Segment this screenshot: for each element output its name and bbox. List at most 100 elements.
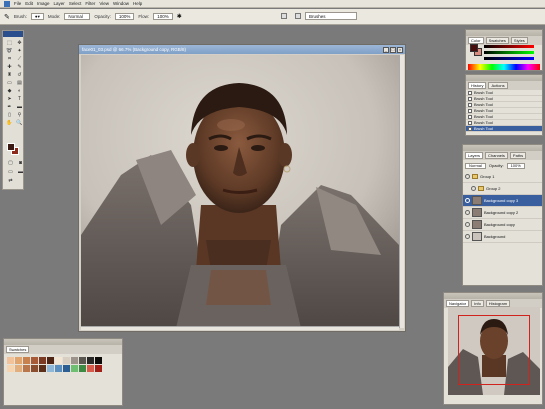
navigator-preview[interactable] (448, 307, 540, 395)
tab-navigator[interactable]: Navigator (446, 300, 470, 307)
blur-tool-icon[interactable]: ◆ (5, 87, 14, 94)
history-checkbox[interactable] (468, 126, 472, 131)
menu-help[interactable]: Help (133, 1, 142, 6)
layer-row[interactable]: Background copy 2 (463, 207, 542, 219)
visibility-eye-icon[interactable] (465, 174, 470, 179)
menu-window[interactable]: Window (113, 1, 129, 6)
slice-tool-icon[interactable]: ⟋ (15, 55, 24, 62)
color-swatch[interactable] (71, 357, 78, 364)
tab-channels[interactable]: Channels (485, 152, 508, 159)
red-slider[interactable] (484, 45, 534, 48)
mode-select[interactable]: Normal (64, 13, 91, 20)
healing-tool-icon[interactable]: ✚ (5, 63, 14, 70)
gradient-tool-icon[interactable]: ▤ (15, 79, 24, 86)
history-checkbox[interactable] (468, 120, 472, 125)
color-swatch[interactable] (63, 357, 70, 364)
type-tool-icon[interactable]: T (15, 95, 24, 102)
notes-tool-icon[interactable]: ▯ (5, 111, 14, 118)
color-swatch[interactable] (47, 365, 54, 372)
brush-tool-icon[interactable]: ✎ (4, 13, 10, 21)
menu-layer[interactable]: Layer (54, 1, 65, 6)
visibility-eye-icon[interactable] (465, 198, 470, 203)
layer-row[interactable]: Group 1 (463, 171, 542, 183)
tab-layers[interactable]: Layers (465, 152, 484, 159)
layer-row[interactable]: Background copy (463, 219, 542, 231)
pen-tool-icon[interactable]: ✒ (5, 103, 14, 110)
color-swatch[interactable] (55, 365, 62, 372)
color-panel-foreground-swatch[interactable] (470, 44, 478, 52)
dock-icon[interactable] (295, 13, 301, 19)
maximize-button[interactable]: □ (390, 46, 396, 53)
document-titlebar[interactable]: face01_03.psd @ 66.7% (Background copy, … (79, 45, 405, 54)
color-swatch[interactable] (31, 365, 38, 372)
layer-row[interactable]: Background (463, 231, 542, 243)
color-swatch[interactable] (23, 357, 30, 364)
jump-to-imageready-icon[interactable]: ⇄ (6, 177, 15, 184)
foreground-color-swatch[interactable] (7, 143, 15, 151)
color-spectrum-bar[interactable] (468, 64, 540, 70)
canvas-artwork[interactable] (81, 55, 399, 328)
tab-info[interactable]: Info (471, 300, 484, 307)
tab-paths[interactable]: Paths (509, 152, 527, 159)
color-swatch[interactable] (79, 365, 86, 372)
color-swatch[interactable] (7, 365, 14, 372)
shape-tool-icon[interactable]: ▬ (15, 103, 24, 110)
color-swatch[interactable] (39, 357, 46, 364)
visibility-eye-icon[interactable] (471, 186, 476, 191)
opacity-field[interactable]: 100% (114, 13, 135, 20)
color-swatch[interactable] (39, 365, 46, 372)
tab-history[interactable]: History (468, 82, 487, 89)
quickmask-on-icon[interactable]: ◙ (16, 159, 25, 166)
screen-mode-full-icon[interactable]: ▬ (16, 168, 25, 175)
lasso-tool-icon[interactable]: ➰ (5, 47, 14, 54)
color-swatch[interactable] (63, 365, 70, 372)
vertical-scrollbar[interactable] (399, 55, 404, 328)
tab-color[interactable]: Color (468, 37, 484, 44)
blue-slider[interactable] (484, 57, 534, 60)
history-checkbox[interactable] (468, 90, 472, 95)
color-swatch[interactable] (55, 357, 62, 364)
layer-row-selected[interactable]: Background copy 3 (463, 195, 542, 207)
history-checkbox[interactable] (468, 96, 472, 101)
color-swatch[interactable] (71, 365, 78, 372)
menu-file[interactable]: File (14, 1, 21, 6)
file-browser-icon[interactable] (281, 13, 287, 19)
color-swatch[interactable] (15, 365, 22, 372)
color-swatch[interactable] (87, 365, 94, 372)
minimize-button[interactable]: _ (383, 46, 389, 53)
menu-filter[interactable]: Filter (85, 1, 95, 6)
move-tool-icon[interactable]: ✥ (15, 39, 24, 46)
brush-size-picker[interactable]: ●▾ (30, 13, 44, 20)
layer-row[interactable]: Group 2 (463, 183, 542, 195)
layer-blend-mode-select[interactable]: Normal (465, 162, 486, 169)
menu-select[interactable]: Select (69, 1, 82, 6)
color-swatch[interactable] (79, 357, 86, 364)
color-swatch[interactable] (31, 357, 38, 364)
visibility-eye-icon[interactable] (465, 210, 470, 215)
visibility-eye-icon[interactable] (465, 234, 470, 239)
marquee-tool-icon[interactable]: ⬚ (5, 39, 14, 46)
eyedropper-tool-icon[interactable]: ⚲ (15, 111, 24, 118)
color-swatch[interactable] (7, 357, 14, 364)
flow-field[interactable]: 100% (153, 13, 173, 20)
color-swatch[interactable] (95, 357, 102, 364)
layer-opacity-field[interactable]: 100% (506, 162, 525, 169)
magic-wand-tool-icon[interactable]: ✦ (15, 47, 24, 54)
path-select-icon[interactable]: ➤ (5, 95, 14, 102)
dodge-tool-icon[interactable]: ◐ (15, 87, 24, 94)
eraser-tool-icon[interactable]: ▭ (5, 79, 14, 86)
menu-image[interactable]: Image (37, 1, 50, 6)
history-brush-icon[interactable]: ↺ (15, 71, 24, 78)
hand-tool-icon[interactable]: ✋ (5, 119, 14, 126)
color-swatch[interactable] (47, 357, 54, 364)
stamp-tool-icon[interactable]: ♜ (5, 71, 14, 78)
color-swatch[interactable] (87, 357, 94, 364)
close-button[interactable]: × (397, 46, 403, 53)
crop-tool-icon[interactable]: ⌗ (5, 55, 14, 62)
brushes-palette-tab[interactable]: Brushes (305, 12, 357, 20)
color-swatch[interactable] (15, 357, 22, 364)
green-slider[interactable] (484, 51, 534, 54)
history-checkbox[interactable] (468, 102, 472, 107)
zoom-tool-icon[interactable]: 🔍 (15, 119, 24, 126)
tab-swatches-panel[interactable]: Swatches (6, 346, 30, 353)
